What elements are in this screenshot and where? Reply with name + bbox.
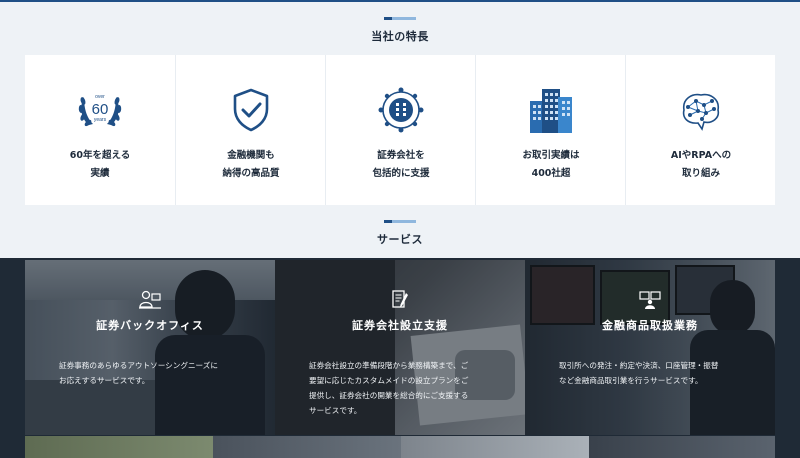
service-title: 証券会社設立支援 — [352, 319, 448, 332]
svg-text:60: 60 — [92, 101, 109, 118]
operator-desk-icon — [139, 290, 161, 309]
services-title: サービス — [377, 233, 423, 246]
next-row-photo — [589, 436, 775, 458]
shield-check-icon — [233, 88, 269, 132]
service-description: 証券事務のあらゆるアウトソーシングニーズに お応えするサービスです。 — [59, 361, 218, 385]
feature-card-quality[interactable]: 金融機関も 納得の高品質 — [175, 55, 325, 205]
heading-marker — [384, 220, 416, 223]
document-pen-icon — [392, 290, 408, 308]
feature-card-support[interactable]: 証券会社を 包括的に支援 — [325, 55, 475, 205]
laurel-wreath-icon: over 60 years — [78, 94, 122, 127]
feature-label: 金融機関も 納得の高品質 — [222, 150, 280, 179]
feature-label: 60年を超える 実績 — [69, 150, 131, 179]
heading-marker — [384, 17, 416, 20]
trading-monitors-icon — [639, 291, 661, 309]
services-heading: サービス — [0, 220, 800, 250]
svg-text:over: over — [95, 94, 105, 100]
top-accent-line — [0, 0, 800, 2]
feature-label: 証券会社を 包括的に支援 — [372, 150, 430, 179]
service-card-trading[interactable]: 金融商品取扱業務 取引所への発注・約定や決済、口座管理・振替 など金融商品取引業… — [525, 260, 775, 435]
feature-card-history[interactable]: over 60 years 60年を超える 実績 — [25, 55, 175, 205]
features-heading: 当社の特長 — [0, 17, 800, 47]
service-card-establishment[interactable]: 証券会社設立支援 証券会社設立の準備段階から業務構築まで、ご 要望に応じたカスタ… — [275, 260, 525, 435]
building-network-icon — [378, 87, 424, 133]
features-title: 当社の特長 — [371, 30, 429, 43]
office-buildings-icon — [530, 89, 572, 133]
next-row-photo — [25, 436, 213, 458]
service-title: 証券バックオフィス — [96, 319, 204, 332]
feature-label: AIやRPAへの 取り組み — [670, 150, 732, 179]
next-row-photo — [401, 436, 589, 458]
service-description: 取引所への発注・約定や決済、口座管理・振替 など金融商品取引業を行うサービスです… — [559, 361, 719, 385]
feature-card-track-record[interactable]: お取引実績は 400社超 — [475, 55, 625, 205]
feature-card-ai-rpa[interactable]: AIやRPAへの 取り組み — [625, 55, 775, 205]
svg-text:years: years — [94, 117, 107, 123]
next-row-photo — [213, 436, 401, 458]
features-list: over 60 years 60年を超える 実績 金融機関も 納得の高品質 証券… — [25, 55, 775, 205]
feature-label: お取引実績は 400社超 — [522, 150, 580, 179]
ai-brain-icon — [682, 93, 720, 131]
service-card-back-office[interactable]: 証券バックオフィス 証券事務のあらゆるアウトソーシングニーズに お応えするサービ… — [25, 260, 275, 435]
service-description: 証券会社設立の準備段階から業務構築まで、ご 要望に応じたカスタムメイドの設立プラ… — [309, 361, 469, 415]
service-title: 金融商品取扱業務 — [602, 319, 698, 332]
